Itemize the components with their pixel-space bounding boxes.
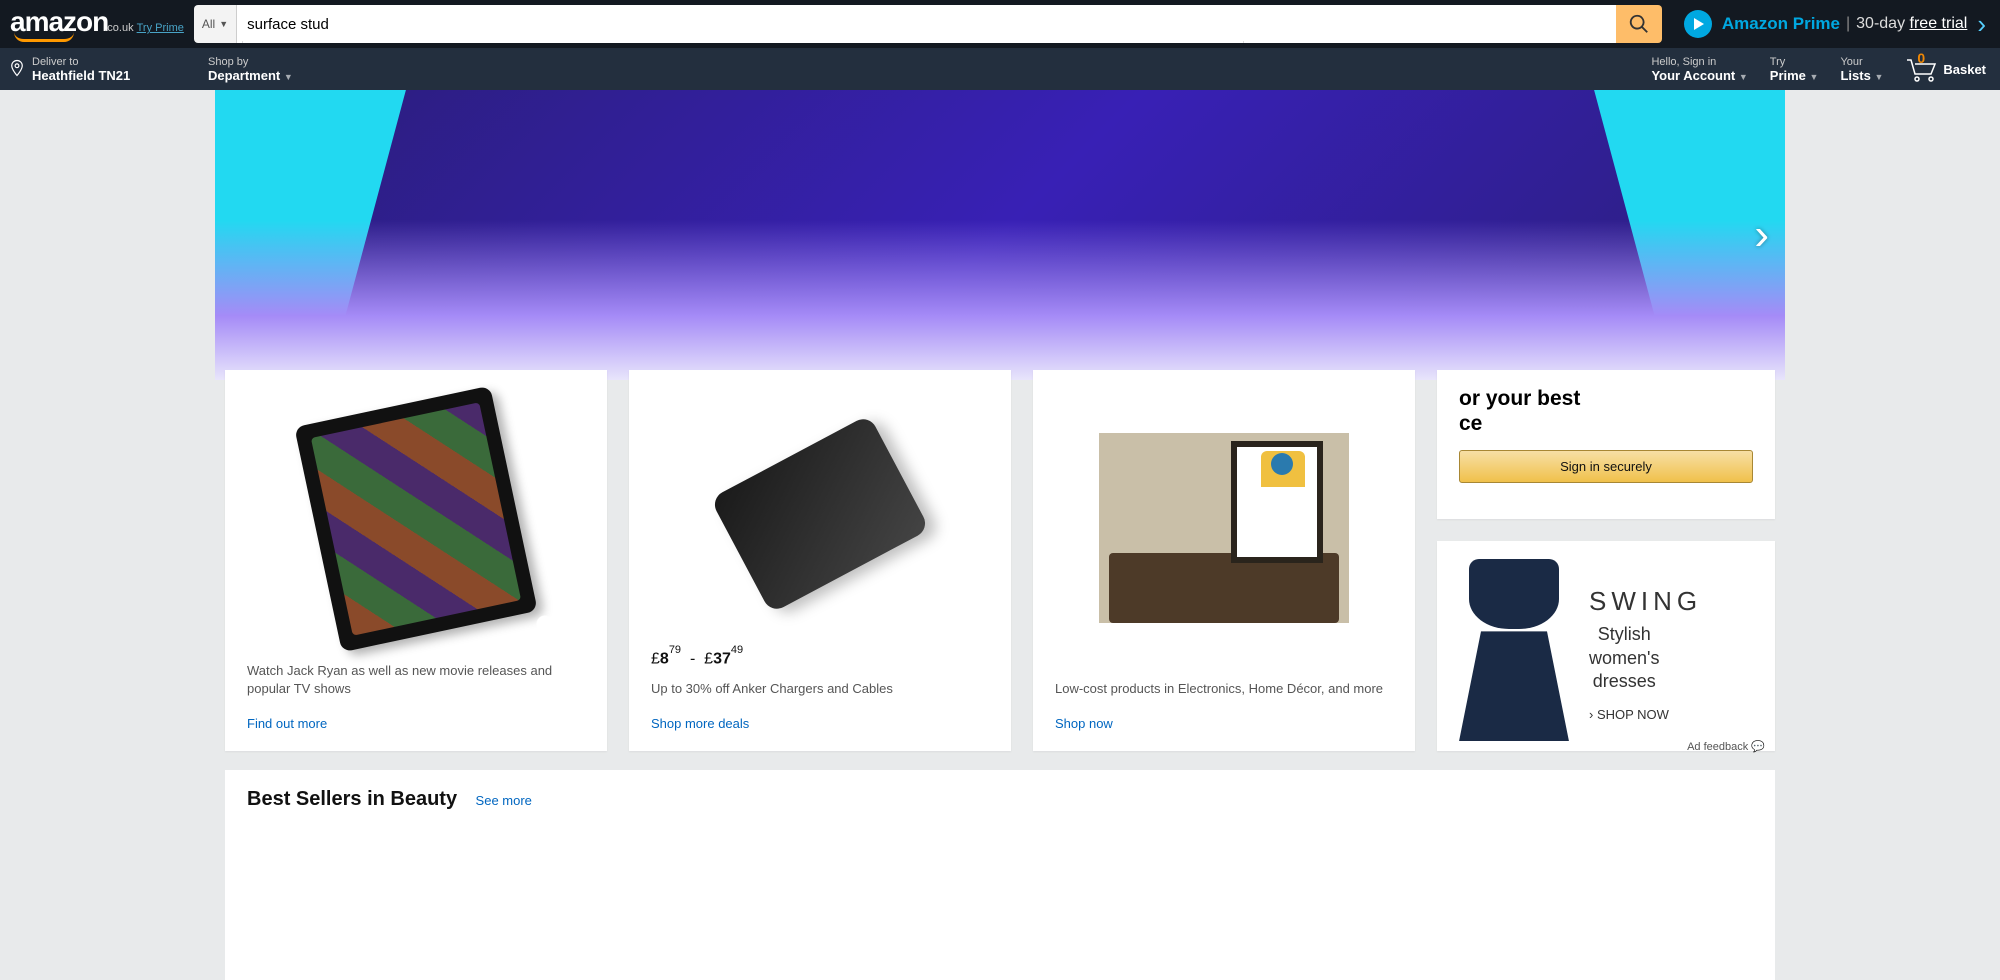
try-prime-link[interactable]: Try Prime — [137, 22, 184, 34]
hero-carousel: › — [215, 90, 1785, 380]
shop-label: Shop by — [208, 56, 293, 68]
search-autocomplete: surface studio in Computers & Accessorie… — [242, 41, 1244, 43]
prime-menu[interactable]: Try Prime ▼ — [1770, 56, 1819, 83]
hello-label: Hello, Sign in — [1651, 56, 1747, 68]
sign-in-button[interactable]: Sign in securely — [1459, 450, 1753, 483]
signin-title-line2: ce — [1459, 412, 1482, 435]
search-input[interactable] — [237, 5, 1616, 43]
secondary-nav: Deliver to Heathfield TN21 Shop by Depar… — [0, 48, 2000, 90]
giraffe-icon — [1261, 451, 1305, 541]
shop-by-department[interactable]: Shop by Department ▼ — [208, 56, 293, 83]
search-bar: All ▼ surface studio in Computers & Acce… — [194, 5, 1662, 43]
ad-shop-link[interactable]: › SHOP NOW — [1589, 707, 1669, 722]
price-range: £879 - £3749 — [651, 648, 989, 668]
card-sign-in: or your best ce Sign in securely — [1437, 370, 1775, 519]
powerbank-icon — [710, 414, 930, 613]
chevron-down-icon: ▼ — [284, 72, 293, 82]
chevron-down-icon: ▼ — [1810, 72, 1819, 82]
search-button[interactable] — [1616, 5, 1662, 43]
see-more-link[interactable]: See more — [476, 793, 532, 808]
speech-bubble-icon: 💬 — [1751, 741, 1765, 753]
room-icon — [1099, 433, 1349, 623]
top-nav: amazon.co.uk Try Prime All ▼ surface stu… — [0, 0, 2000, 48]
cards-row: Watch Jack Ryan as well as new movie rel… — [225, 370, 1775, 751]
card-desc: Watch Jack Ryan as well as new movie rel… — [247, 662, 585, 698]
lists-menu[interactable]: Your Lists ▼ — [1840, 56, 1883, 83]
lists-label: Lists — [1840, 68, 1870, 83]
popcorn-icon — [535, 614, 595, 654]
bestsellers-section: Best Sellers in Beauty See more — [225, 770, 1775, 980]
deliver-label: Deliver to — [32, 56, 130, 68]
play-icon — [1684, 10, 1712, 38]
prime-trial-banner[interactable]: Amazon Prime | 30-day free trial — [1684, 10, 1967, 38]
ad-brand: SWING — [1589, 586, 1702, 617]
card-swing-ad[interactable]: SWING Stylishwomen'sdresses › SHOP NOW — [1437, 541, 1775, 751]
card-link[interactable]: Shop more deals — [651, 716, 989, 731]
search-category-label: All — [202, 17, 215, 31]
tablet-icon — [294, 386, 537, 653]
chevron-right-icon[interactable]: › — [1977, 9, 1986, 40]
logo-text: amazon — [10, 6, 108, 37]
chevron-down-icon: ▼ — [1739, 72, 1748, 82]
try-label: Try — [1770, 56, 1819, 68]
location-pin-icon — [8, 59, 26, 80]
ad-feedback-link[interactable]: Ad feedback 💬 — [1687, 740, 1765, 753]
prime-label: Amazon Prime — [1722, 14, 1840, 34]
ad-tagline: Stylishwomen'sdresses — [1589, 623, 1659, 693]
basket-count: 0 — [1917, 50, 1925, 66]
search-category-dropdown[interactable]: All ▼ — [194, 5, 237, 43]
amazon-logo[interactable]: amazon.co.uk Try Prime — [10, 6, 184, 42]
card-desc: Low-cost products in Electronics, Home D… — [1055, 680, 1393, 698]
your-label: Your — [1840, 56, 1883, 68]
card-link[interactable]: Shop now — [1055, 716, 1393, 731]
divider: | — [1846, 15, 1850, 33]
account-label: Your Account — [1651, 68, 1735, 83]
page-content: › Watch Jack Ryan as well as new movie r… — [215, 90, 1785, 380]
card-prime-video: Watch Jack Ryan as well as new movie rel… — [225, 370, 607, 751]
trial-label: 30-day free trial — [1856, 15, 1967, 33]
logo-domain: .co.uk — [104, 22, 133, 34]
chevron-down-icon: ▼ — [1874, 72, 1883, 82]
prime-label: Prime — [1770, 68, 1806, 83]
account-menu[interactable]: Hello, Sign in Your Account ▼ — [1651, 56, 1747, 83]
search-icon — [1628, 13, 1650, 35]
carousel-next[interactable]: › — [1754, 210, 1769, 260]
chevron-down-icon: ▼ — [219, 19, 228, 29]
deliver-location: Heathfield TN21 — [32, 68, 130, 83]
signin-title-line1: or your best — [1459, 387, 1580, 410]
dress-icon — [1459, 559, 1569, 749]
card-link[interactable]: Find out more — [247, 716, 585, 731]
card-desc: Up to 30% off Anker Chargers and Cables — [651, 680, 989, 698]
basket[interactable]: 0 Basket — [1905, 56, 1986, 82]
section-title: Best Sellers in Beauty — [247, 788, 457, 810]
dept-label: Department — [208, 68, 280, 83]
deliver-to[interactable]: Deliver to Heathfield TN21 — [8, 56, 188, 83]
basket-label: Basket — [1943, 62, 1986, 77]
card-anker-deal: £879 - £3749 Up to 30% off Anker Charger… — [629, 370, 1011, 751]
card-low-cost: Low-cost products in Electronics, Home D… — [1033, 370, 1415, 751]
suggestion-item[interactable]: surface studio — [243, 41, 1243, 43]
